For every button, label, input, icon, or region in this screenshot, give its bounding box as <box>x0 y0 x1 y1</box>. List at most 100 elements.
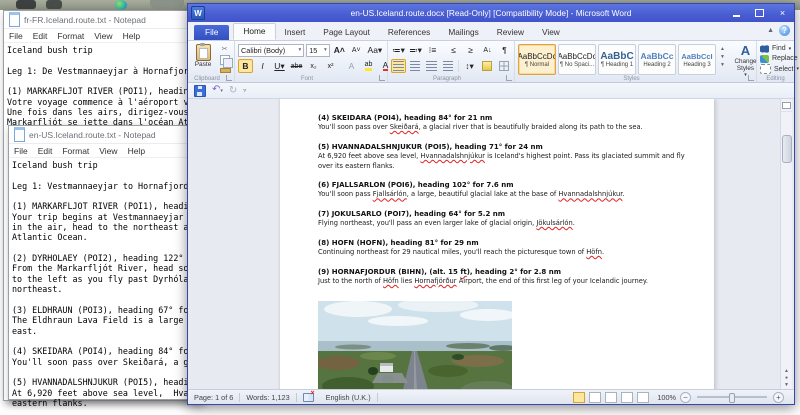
redo-button[interactable]: ↻ <box>229 85 237 96</box>
desktop-icon[interactable] <box>16 0 36 9</box>
menu-edit[interactable]: Edit <box>33 146 58 156</box>
desktop-icon[interactable] <box>46 0 62 9</box>
styles-dialog-launcher[interactable] <box>748 75 754 81</box>
maximize-button[interactable] <box>748 6 771 20</box>
justify-button[interactable] <box>441 59 456 73</box>
language-indicator[interactable]: English (U.K.) <box>320 390 377 404</box>
save-button[interactable] <box>194 84 206 97</box>
help-icon[interactable]: ? <box>779 25 790 36</box>
notepad-fr-titlebar[interactable]: fr-FR.Iceland.route.txt - Notepad <box>4 11 199 29</box>
paste-button[interactable]: Paste <box>191 43 215 74</box>
scroll-next-page-icon[interactable]: ▼ <box>781 382 792 389</box>
bullets-icon[interactable]: ≔▾ <box>391 43 406 57</box>
align-right-button[interactable] <box>424 59 439 73</box>
align-left-button[interactable] <box>391 59 406 73</box>
zoom-out-button[interactable]: − <box>680 391 691 403</box>
edge-browser-icon[interactable] <box>115 0 127 10</box>
word-titlebar[interactable]: W en-US.Iceland.route.docx [Read-Only] [… <box>188 4 794 22</box>
borders-icon[interactable] <box>496 59 511 73</box>
highlight-color-icon[interactable]: ab <box>361 59 376 73</box>
copy-icon[interactable] <box>220 55 233 68</box>
menu-format[interactable]: Format <box>52 31 89 41</box>
qat-customize-icon[interactable]: ▿ <box>243 87 246 94</box>
tab-review[interactable]: Review <box>488 25 533 40</box>
minimize-button[interactable] <box>725 6 748 20</box>
tab-view[interactable]: View <box>533 25 569 40</box>
sort-icon[interactable]: A↓ <box>480 43 495 57</box>
tab-insert[interactable]: Insert <box>276 25 315 40</box>
tab-mailings[interactable]: Mailings <box>439 25 487 40</box>
strikethrough-icon[interactable]: abe <box>289 59 304 73</box>
clipboard-dialog-launcher[interactable] <box>226 75 232 81</box>
tab-home[interactable]: Home <box>233 23 276 40</box>
style-heading-3[interactable]: AaBbCcI Heading 3 <box>678 44 716 75</box>
draft-view-button[interactable] <box>637 391 650 403</box>
align-center-button[interactable] <box>408 59 423 73</box>
scrollbar-thumb[interactable] <box>782 135 792 163</box>
minimize-ribbon-icon[interactable]: ▲ <box>767 27 774 34</box>
notepad-en-titlebar[interactable]: en-US.Iceland.route.txt - Notepad <box>9 126 204 144</box>
subscript-icon[interactable]: x₂ <box>306 59 321 73</box>
style-heading-1[interactable]: AaBbC ¶ Heading 1 <box>598 44 636 75</box>
ruler-toggle-button[interactable] <box>781 99 792 112</box>
style-normal[interactable]: AaBbCcDc ¶ Normal <box>518 44 556 75</box>
scroll-previous-page-icon[interactable]: ▲ <box>781 368 792 375</box>
font-name-combo[interactable]: Calibri (Body) ▾ <box>238 43 305 57</box>
select-button[interactable]: Select ▾ <box>760 64 799 74</box>
change-case-icon[interactable]: Aa▾ <box>366 43 384 57</box>
full-screen-reading-view-button[interactable] <box>589 391 602 403</box>
line-spacing-icon[interactable]: ↕▾ <box>462 59 477 73</box>
numbering-icon[interactable]: ≕▾ <box>408 43 423 57</box>
replace-button[interactable]: Replace <box>760 54 799 63</box>
menu-edit[interactable]: Edit <box>28 31 53 41</box>
show-formatting-icon[interactable]: ¶ <box>497 43 512 57</box>
word-count[interactable]: Words: 1,123 <box>240 390 295 404</box>
vertical-scrollbar[interactable]: ▲ ● ▼ <box>780 99 792 389</box>
menu-file[interactable]: File <box>9 146 33 156</box>
italic-button[interactable]: I <box>255 59 270 73</box>
tab-references[interactable]: References <box>379 25 439 40</box>
print-layout-view-button[interactable] <box>573 391 586 403</box>
menu-file[interactable]: File <box>4 31 28 41</box>
style-no-spacing[interactable]: AaBbCcDc ¶ No Spaci... <box>558 44 596 75</box>
cut-icon[interactable]: ✂ <box>218 45 231 54</box>
runway-photo[interactable] <box>316 297 517 389</box>
zoom-in-button[interactable]: + <box>773 391 784 403</box>
close-button[interactable]: × <box>771 6 794 20</box>
font-size-combo[interactable]: 15 ▾ <box>306 43 330 57</box>
zoom-slider[interactable] <box>697 393 767 403</box>
format-painter-icon[interactable] <box>220 68 231 73</box>
zoom-slider-thumb[interactable] <box>729 393 735 403</box>
grow-font-icon[interactable]: A˄ <box>332 43 347 57</box>
web-layout-view-button[interactable] <box>605 391 618 403</box>
menu-help[interactable]: Help <box>123 146 150 156</box>
underline-button[interactable]: U▾ <box>272 59 287 73</box>
undo-button[interactable]: ↶▾ <box>212 85 223 96</box>
increase-indent-icon[interactable]: ≥ <box>463 43 478 57</box>
notepad-en-text[interactable]: Iceland bush trip Leg 1: Vestmannaeyjar … <box>9 158 204 408</box>
notepad-fr-text[interactable]: Iceland bush trip Leg 1: De Vestmannaeyj… <box>4 43 199 128</box>
styles-more-icon[interactable]: ▼ <box>720 62 725 69</box>
shrink-font-icon[interactable]: A˅ <box>349 43 364 57</box>
text-effects-icon[interactable]: A <box>344 59 359 73</box>
document-page[interactable]: (4) SKEIDARA (POI4), heading 84° for 21 … <box>280 99 714 389</box>
multilevel-list-icon[interactable]: ⁝≡ <box>425 43 440 57</box>
menu-format[interactable]: Format <box>57 146 94 156</box>
menu-view[interactable]: View <box>89 31 117 41</box>
paragraph-dialog-launcher[interactable] <box>506 75 512 81</box>
tab-page-layout[interactable]: Page Layout <box>314 25 379 40</box>
proofing-status[interactable] <box>297 390 320 404</box>
outline-view-button[interactable] <box>621 391 634 403</box>
menu-help[interactable]: Help <box>118 31 145 41</box>
decrease-indent-icon[interactable]: ≤ <box>446 43 461 57</box>
bold-button[interactable]: B <box>238 59 253 73</box>
page-indicator[interactable]: Page: 1 of 6 <box>188 390 239 404</box>
find-button[interactable]: Find ▾ <box>760 44 799 53</box>
menu-view[interactable]: View <box>94 146 122 156</box>
style-heading-2[interactable]: AaBbCc Heading 2 <box>638 44 676 75</box>
superscript-icon[interactable]: x² <box>323 59 338 73</box>
browse-object-icon[interactable]: ● <box>781 375 792 382</box>
zoom-level[interactable]: 100% <box>657 393 676 402</box>
styles-scroll-up-icon[interactable]: ▲ <box>720 46 725 53</box>
font-dialog-launcher[interactable] <box>379 75 385 81</box>
